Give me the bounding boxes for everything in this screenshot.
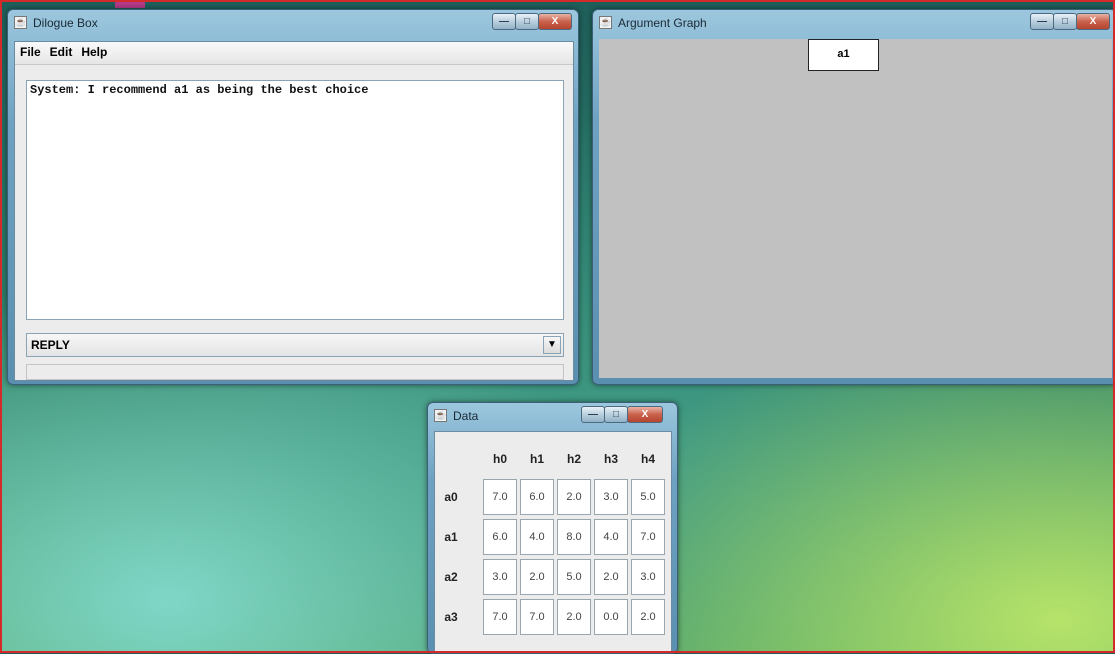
maximize-icon[interactable]: □ [515, 13, 539, 30]
menu-help[interactable]: Help [76, 42, 111, 59]
java-icon: ☕ [14, 16, 27, 29]
graph-titlebar[interactable]: ☕ Argument Graph — □ X [593, 10, 1115, 36]
row-header: a0 [444, 490, 458, 504]
window-title: Data [453, 409, 479, 423]
table-cell[interactable]: 5.0 [631, 479, 665, 515]
transcript-area[interactable]: System: I recommend a1 as being the best… [26, 80, 564, 320]
table-cell[interactable]: 2.0 [557, 479, 591, 515]
reply-dropdown[interactable]: REPLY ▼ [26, 333, 564, 357]
reply-input[interactable] [26, 364, 564, 380]
table-cell[interactable]: 3.0 [594, 479, 628, 515]
column-header: h3 [603, 452, 618, 466]
java-icon: ☕ [599, 16, 612, 29]
row-header: a1 [444, 530, 458, 544]
table-cell[interactable]: 5.0 [557, 559, 591, 595]
row-header: a3 [444, 610, 458, 624]
table-cell[interactable]: 3.0 [483, 559, 517, 595]
transcript-text: System: I recommend a1 as being the best… [30, 83, 369, 97]
column-header: h4 [640, 452, 655, 466]
table-cell[interactable]: 4.0 [520, 519, 554, 555]
graph-canvas[interactable]: a1 [599, 39, 1112, 378]
maximize-icon[interactable]: □ [604, 406, 628, 423]
table-cell[interactable]: 4.0 [594, 519, 628, 555]
reply-dropdown-value: REPLY [31, 338, 70, 352]
table-cell[interactable]: 2.0 [594, 559, 628, 595]
dialogue-window: ☕ Dilogue Box — □ X File Edit Help System:… [7, 9, 579, 385]
table-cell[interactable]: 7.0 [483, 599, 517, 635]
java-icon: ☕ [434, 409, 447, 422]
data-titlebar[interactable]: ☕ Data — □ X [428, 403, 677, 429]
menu-edit[interactable]: Edit [45, 42, 77, 59]
data-window: ☕ Data — □ X h0 h1 h2 h3 h4 a0 7.0 6.0 2.0 3.0 5.0… [427, 402, 678, 654]
row-header: a2 [444, 570, 458, 584]
close-icon[interactable]: X [627, 406, 663, 423]
minimize-icon[interactable]: — [1030, 13, 1054, 30]
column-header: h0 [492, 452, 507, 466]
window-title: Argument Graph [618, 16, 707, 30]
table-cell[interactable]: 7.0 [631, 519, 665, 555]
close-icon[interactable]: X [538, 13, 572, 30]
column-header: h1 [529, 452, 544, 466]
table-cell[interactable]: 3.0 [631, 559, 665, 595]
close-icon[interactable]: X [1076, 13, 1110, 30]
table-cell[interactable]: 2.0 [557, 599, 591, 635]
dialogue-titlebar[interactable]: ☕ Dilogue Box — □ X [8, 10, 578, 36]
table-cell[interactable]: 6.0 [520, 479, 554, 515]
table-cell[interactable]: 2.0 [631, 599, 665, 635]
dropdown-arrow-icon[interactable]: ▼ [543, 336, 561, 354]
table-cell[interactable]: 8.0 [557, 519, 591, 555]
graph-window: ☕ Argument Graph — □ X a1 [592, 9, 1115, 385]
maximize-icon[interactable]: □ [1053, 13, 1077, 30]
table-cell[interactable]: 7.0 [483, 479, 517, 515]
column-header: h2 [566, 452, 581, 466]
table-cell[interactable]: 0.0 [594, 599, 628, 635]
minimize-icon[interactable]: — [581, 406, 605, 423]
graph-node[interactable]: a1 [808, 39, 879, 71]
dialogue-client-area: File Edit Help System: I recommend a1 as b… [14, 41, 574, 381]
data-client-area: h0 h1 h2 h3 h4 a0 7.0 6.0 2.0 3.0 5.0 a1 6.0 4.0 8.0 4.… [434, 431, 672, 653]
table-cell[interactable]: 2.0 [520, 559, 554, 595]
taskbar-glyph [115, 0, 145, 8]
menubar: File Edit Help [15, 42, 573, 65]
minimize-icon[interactable]: — [492, 13, 516, 30]
menu-file[interactable]: File [15, 42, 45, 59]
table-cell[interactable]: 7.0 [520, 599, 554, 635]
window-title: Dilogue Box [33, 16, 98, 30]
table-cell[interactable]: 6.0 [483, 519, 517, 555]
